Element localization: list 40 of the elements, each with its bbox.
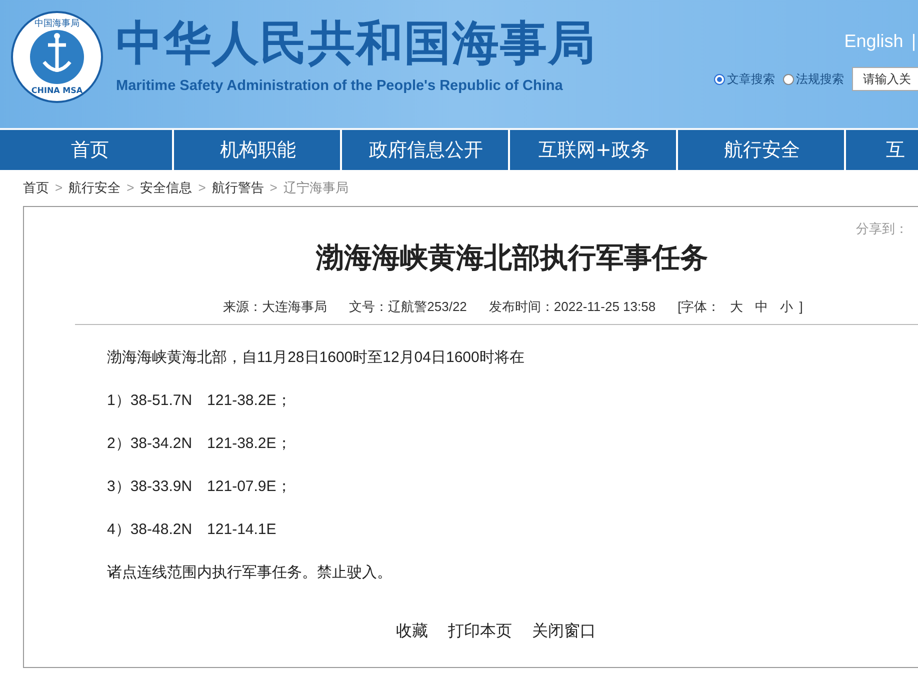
font-size-option[interactable]: 中 xyxy=(755,296,768,316)
article-paragraph: 2）38-34.2N 121-38.2E； xyxy=(107,434,292,454)
separator: | xyxy=(911,30,916,53)
breadcrumb-link[interactable]: 航行安全 xyxy=(68,178,121,198)
bracket: ] xyxy=(799,298,803,316)
breadcrumb-link[interactable]: 航行警告 xyxy=(212,178,264,198)
meta-value: 辽航警253/22 xyxy=(388,298,467,316)
breadcrumb-separator: > xyxy=(198,179,206,198)
meta-label: 发布时间： xyxy=(488,298,554,316)
action-link[interactable]: 打印本页 xyxy=(448,620,512,644)
search-option[interactable]: 法规搜索 xyxy=(783,70,844,88)
meta-value: 大连海事局 xyxy=(262,298,328,316)
article-paragraph: 1）38-51.7N 121-38.2E； xyxy=(107,391,292,411)
breadcrumb-separator: > xyxy=(270,179,278,198)
search-field[interactable]: 请输入关 xyxy=(852,67,918,91)
article-paragraph: 诸点连线范围内执行军事任务。禁止驶入。 xyxy=(107,563,393,583)
breadcrumb-link[interactable]: 安全信息 xyxy=(140,178,192,198)
action-link[interactable]: 收藏 xyxy=(396,620,428,644)
site-title: 中华人民共和国海事局 xyxy=(116,15,596,73)
meta-label: 文号： xyxy=(349,298,388,316)
article-paragraph: 4）38-48.2N 121-14.1E xyxy=(107,520,278,540)
article-paragraph: 3）38-33.9N 121-07.9E； xyxy=(107,477,292,497)
breadcrumb-link[interactable]: 辽宁海事局 xyxy=(283,178,348,198)
meta-label: 来源： xyxy=(223,298,262,316)
action-link[interactable]: 关闭窗口 xyxy=(532,620,596,644)
breadcrumb-separator: > xyxy=(55,179,63,198)
site-subtitle: Maritime Safety Administration of the People's Republic of China xyxy=(116,77,564,96)
radio-button[interactable] xyxy=(783,74,794,84)
breadcrumb-link[interactable]: 首页 xyxy=(23,178,49,198)
search-option[interactable]: 文章搜索 xyxy=(714,70,775,88)
breadcrumb-separator: > xyxy=(126,179,134,198)
font-size-label: [字体： xyxy=(678,298,720,316)
font-size-option[interactable]: 大 xyxy=(730,296,744,316)
meta-value: 2022-11-25 13:58 xyxy=(554,298,656,316)
anchor-emblem-drawing: 中国海事局 CHINA MSA xyxy=(10,10,104,104)
font-size-option[interactable]: 小 xyxy=(780,296,794,316)
article-paragraph: 渤海海峡黄海北部，自11月28日1600时至12月04日1600时将在 xyxy=(107,348,526,368)
radio-button[interactable] xyxy=(714,74,725,84)
article-title: 渤海海峡黄海北部执行军事任务 xyxy=(316,240,708,276)
share-label: 分享到： xyxy=(856,220,908,238)
